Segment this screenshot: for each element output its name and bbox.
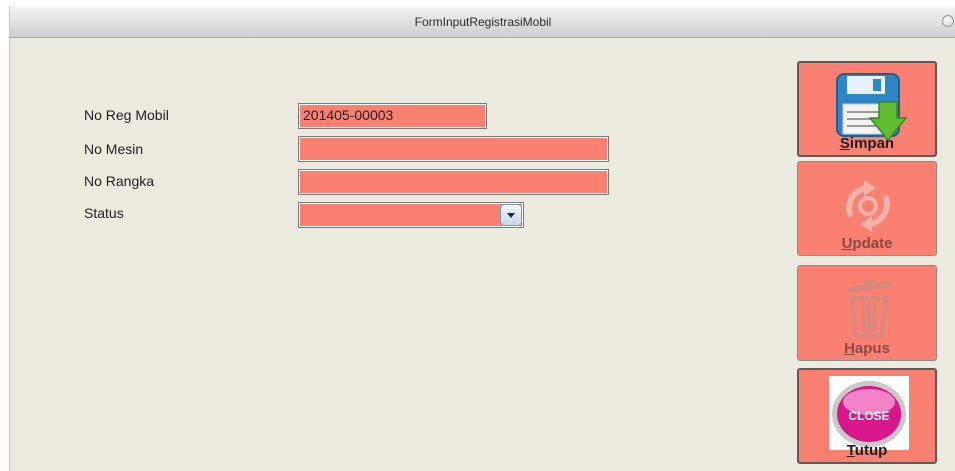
status-select[interactable] (298, 202, 524, 228)
tutup-button[interactable]: CLOSE Tutup (797, 368, 937, 464)
tutup-label: Tutup (846, 442, 888, 459)
no-mesin-label: No Mesin (84, 141, 144, 157)
refresh-icon (846, 180, 890, 232)
trash-icon (847, 280, 891, 338)
window-title: FormInputRegistrasiMobil (414, 15, 552, 29)
hapus-label: Hapus (844, 340, 890, 357)
chevron-down-icon (507, 212, 515, 218)
simpan-button[interactable]: Simpan (797, 61, 937, 157)
no-reg-mobil-label: No Reg Mobil (84, 107, 169, 123)
no-reg-mobil-field[interactable]: 201405-00003 (298, 103, 487, 129)
status-label: Status (84, 205, 124, 221)
status-dropdown-button[interactable] (500, 204, 522, 226)
form-window: FormInputRegistrasiMobil No Reg Mobil No… (9, 7, 955, 471)
no-rangka-field[interactable] (298, 169, 609, 195)
svg-text:CLOSE: CLOSE (848, 409, 889, 423)
no-reg-mobil-value: 201405-00003 (303, 107, 394, 123)
window-control-icon[interactable] (942, 15, 954, 27)
save-disk-icon (836, 73, 907, 142)
no-mesin-field[interactable] (298, 136, 609, 162)
simpan-label: Simpan (839, 135, 895, 152)
hapus-button[interactable]: Hapus (797, 265, 937, 361)
window-titlebar[interactable]: FormInputRegistrasiMobil (10, 7, 955, 38)
update-label: Update (841, 235, 893, 252)
no-rangka-label: No Rangka (84, 173, 155, 189)
update-button[interactable]: Update (797, 161, 937, 256)
close-icon: CLOSE (829, 376, 909, 450)
